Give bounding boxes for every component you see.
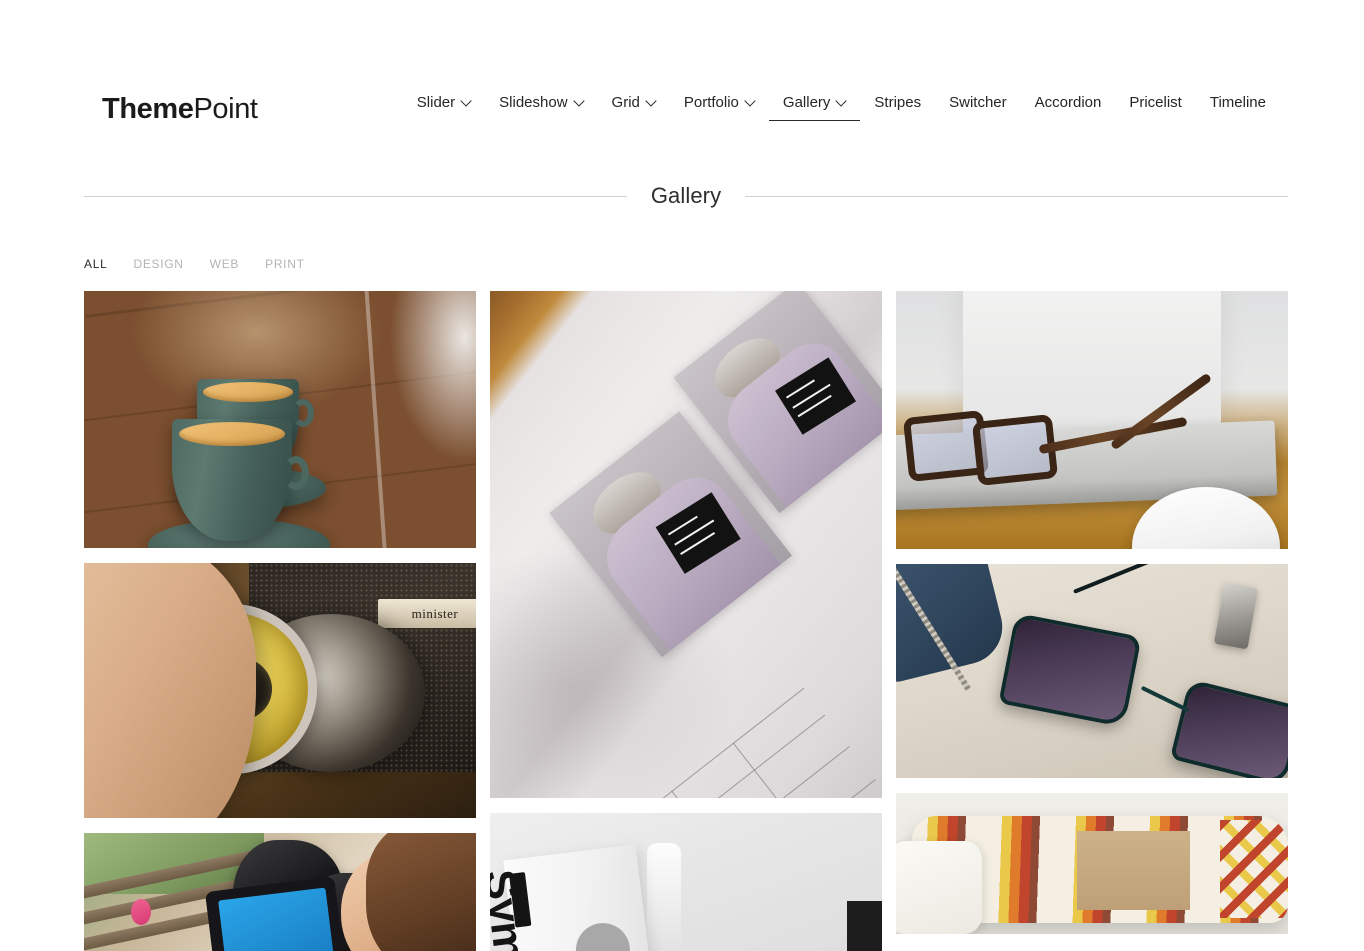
gallery-column-right: [896, 291, 1288, 951]
nav-item-label: Timeline: [1209, 94, 1266, 111]
filter-item-design[interactable]: DESIGN: [133, 256, 209, 272]
chevron-down-icon: [647, 96, 656, 105]
gallery-filter-bar[interactable]: ALL DESIGN WEB PRINT: [84, 256, 305, 272]
chevron-down-icon: [462, 96, 471, 105]
site-logo[interactable]: ThemePoint: [102, 92, 258, 126]
nav-item-label: Switcher: [949, 94, 1007, 111]
nav-item-label: Slider: [416, 94, 456, 111]
nav-item-grid[interactable]: Grid: [598, 93, 670, 121]
gallery-tile-camera-lens[interactable]: minister: [84, 563, 476, 818]
gallery-tile-symbol-book[interactable]: Symb: [490, 813, 882, 951]
page-title-row: Gallery: [84, 181, 1289, 211]
nav-item-timeline[interactable]: Timeline: [1196, 93, 1280, 121]
title-rule-left: [84, 195, 627, 197]
nav-item-label: Slideshow: [499, 94, 568, 111]
main-navigation[interactable]: Slider Slideshow Grid Portfolio Gallery …: [403, 93, 1280, 137]
site-header: ThemePoint Slider Slideshow Grid Portfol…: [0, 0, 1364, 170]
photo-sunglasses-fabric: [896, 564, 1288, 778]
photo-magazine-spread: [490, 291, 882, 798]
gallery-grid: minister Symb: [84, 291, 1288, 951]
nav-item-accordion[interactable]: Accordion: [1021, 93, 1116, 121]
chevron-down-icon: [837, 96, 846, 105]
title-rule-right: [745, 195, 1289, 197]
nav-item-gallery[interactable]: Gallery: [768, 93, 861, 121]
gallery-tile-magazine-spread[interactable]: [490, 291, 882, 798]
camera-brand-plate: minister: [378, 599, 476, 629]
filter-item-all[interactable]: ALL: [84, 256, 133, 272]
photo-coffee-cups: [84, 291, 476, 548]
nav-item-slider[interactable]: Slider: [403, 93, 485, 121]
filter-item-print[interactable]: PRINT: [265, 256, 305, 272]
camera-brand-text: minister: [411, 605, 459, 621]
chevron-down-icon: [746, 96, 755, 105]
page-title: Gallery: [650, 183, 722, 208]
gallery-tile-sunglasses-fabric[interactable]: [896, 564, 1288, 778]
gallery-tile-coffee-cups[interactable]: [84, 291, 476, 548]
logo-strong-text: Theme: [102, 93, 194, 125]
nav-item-pricelist[interactable]: Pricelist: [1115, 93, 1196, 121]
nav-item-label: Accordion: [1034, 94, 1102, 111]
photo-camera-lens: minister: [84, 563, 476, 818]
nav-item-label: Portfolio: [683, 94, 739, 111]
chevron-down-icon: [575, 96, 584, 105]
filter-item-web[interactable]: WEB: [210, 256, 265, 272]
gallery-tile-bench-phone[interactable]: [84, 833, 476, 951]
gallery-tile-glasses-laptop[interactable]: [896, 291, 1288, 549]
photo-symbol-book: Symb: [490, 813, 882, 951]
nav-item-label: Stripes: [874, 94, 922, 111]
logo-light-text: Point: [193, 93, 258, 125]
gallery-column-middle: Symb: [490, 291, 882, 951]
nav-item-switcher[interactable]: Switcher: [935, 93, 1021, 121]
photo-glasses-laptop: [896, 291, 1288, 549]
nav-item-label: Gallery: [782, 94, 831, 111]
nav-item-label: Pricelist: [1129, 94, 1182, 111]
nav-item-label: Grid: [611, 94, 640, 111]
photo-bench-phone: [84, 833, 476, 951]
nav-item-portfolio[interactable]: Portfolio: [670, 93, 769, 121]
nav-item-slideshow[interactable]: Slideshow: [485, 93, 597, 121]
nav-item-stripes[interactable]: Stripes: [860, 93, 935, 121]
book-title-text: Symb: [490, 867, 537, 951]
gallery-tile-patterned-blanket[interactable]: [896, 793, 1288, 934]
photo-patterned-blanket: [896, 793, 1288, 934]
gallery-column-left: minister: [84, 291, 476, 951]
